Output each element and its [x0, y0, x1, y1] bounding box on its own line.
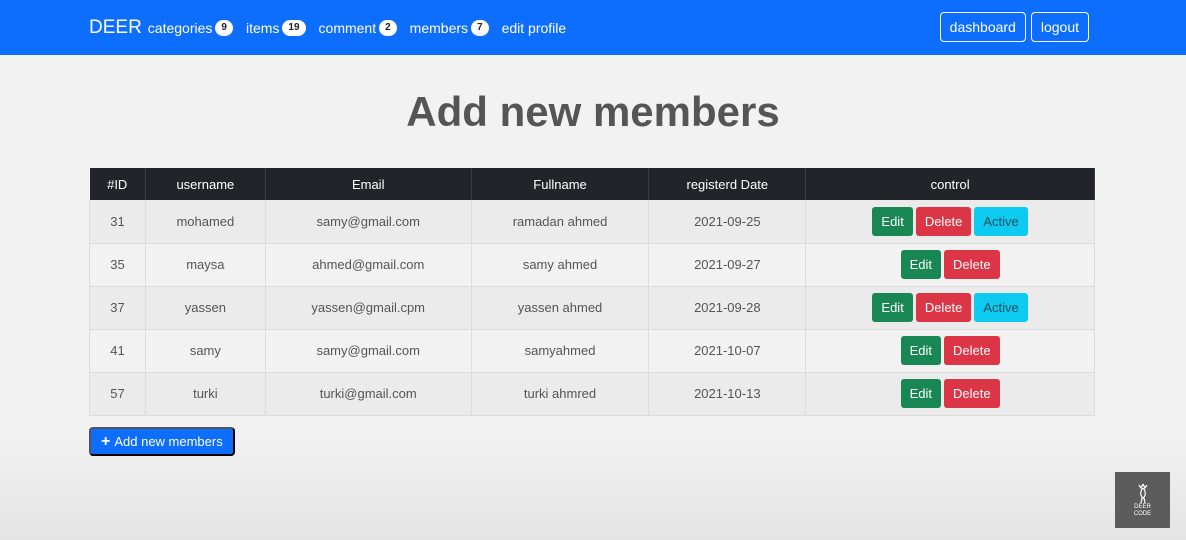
cell-control: Edit Delete: [805, 329, 1095, 373]
deer-icon: [1138, 483, 1147, 504]
cell-id: 35: [89, 243, 146, 287]
table-header-row: #ID username Email Fullname registerd Da…: [89, 168, 1095, 200]
header-id: #ID: [89, 168, 146, 200]
cell-username: samy: [145, 329, 266, 373]
members-table-container: #ID username Email Fullname registerd Da…: [89, 168, 1095, 416]
cell-registered-date: 2021-09-25: [648, 200, 807, 244]
count-badge: 9: [215, 19, 233, 36]
row-controls: Edit Delete: [806, 250, 1094, 279]
nav-item-label: members: [409, 19, 469, 36]
cell-registered-date: 2021-09-28: [648, 286, 807, 330]
add-button-label: Add new members: [114, 434, 223, 449]
delete-button[interactable]: Delete: [944, 336, 1000, 365]
delete-button[interactable]: Delete: [944, 379, 1000, 408]
table-row: 35 maysa ahmed@gmail.com samy ahmed 2021-09-…: [89, 243, 1095, 287]
cell-username: turki: [145, 372, 266, 416]
cell-id: 31: [89, 200, 146, 244]
delete-button[interactable]: Delete: [915, 293, 972, 322]
header-email: Email: [265, 168, 472, 200]
watermark-line-1: DEER: [1134, 504, 1151, 510]
cell-username: mohamed: [145, 200, 266, 244]
cell-id: 37: [89, 286, 146, 330]
plus-icon: +: [101, 432, 111, 450]
edit-button[interactable]: Edit: [900, 250, 942, 279]
page-title: Add new members: [406, 88, 780, 135]
watermark-line-2: CODE: [1133, 511, 1152, 517]
table-row: 41 samy samy@gmail.com samyahmed 2021-10-07 E…: [89, 329, 1095, 373]
cell-email: samy@gmail.com: [265, 329, 472, 373]
header-fullname: Fullname: [471, 168, 650, 200]
nav-right-actions: dashboard logout: [939, 12, 1089, 42]
nav-item-label: items: [245, 19, 280, 36]
nav-item-label: categories: [147, 19, 213, 36]
cell-fullname: samyahmed: [471, 329, 650, 373]
delete-button[interactable]: Delete: [944, 250, 1000, 279]
row-controls: Edit Delete: [806, 336, 1094, 365]
nav-item-members[interactable]: members 7: [409, 19, 489, 36]
cell-username: yassen: [145, 286, 266, 330]
row-controls: Edit Delete: [806, 379, 1094, 408]
cell-email: samy@gmail.com: [265, 200, 472, 244]
cell-registered-date: 2021-09-27: [648, 243, 807, 287]
cell-email: turki@gmail.com: [265, 372, 472, 416]
cell-email: ahmed@gmail.com: [265, 243, 472, 287]
count-badge: 19: [282, 19, 306, 36]
cell-registered-date: 2021-10-07: [648, 329, 807, 373]
cell-id: 57: [89, 372, 146, 416]
row-controls: Edit Delete Active: [806, 206, 1094, 236]
cell-fullname: ramadan ahmed: [471, 200, 650, 244]
deer-code-watermark: DEER CODE: [1115, 472, 1170, 528]
cell-fullname: turki ahmred: [471, 372, 650, 416]
brand-logo[interactable]: DEER: [89, 17, 142, 39]
add-new-members-button[interactable]: + Add new members: [89, 427, 235, 456]
nav-item-comment[interactable]: comment 2: [318, 19, 397, 36]
table-body: 31 mohamed samy@gmail.com ramadan ahmed 2021…: [89, 200, 1095, 416]
header-registered-date: registerd Date: [648, 168, 807, 200]
count-badge: 7: [471, 19, 489, 36]
cell-control: Edit Delete Active: [805, 200, 1095, 244]
table-row: 37 yassen yassen@gmail.cpm yassen ahmed 2021…: [89, 286, 1095, 330]
edit-button[interactable]: Edit: [872, 293, 913, 322]
row-controls: Edit Delete Active: [806, 293, 1094, 322]
activate-button[interactable]: Active: [974, 293, 1028, 322]
table-row: 31 mohamed samy@gmail.com ramadan ahmed 2021…: [89, 200, 1095, 244]
nav-item-label: comment: [318, 19, 377, 36]
delete-button[interactable]: Delete: [915, 206, 972, 236]
header-control: control: [805, 168, 1095, 200]
cell-id: 41: [89, 329, 146, 373]
header-username: username: [145, 168, 266, 200]
edit-button[interactable]: Edit: [900, 379, 942, 408]
nav-item-edit-profile[interactable]: edit profile: [502, 20, 567, 36]
edit-button[interactable]: Edit: [900, 336, 942, 365]
cell-fullname: yassen ahmed: [471, 286, 650, 330]
cell-control: Edit Delete: [805, 243, 1095, 287]
nav-item-items[interactable]: items 19: [245, 19, 306, 36]
members-table: #ID username Email Fullname registerd Da…: [89, 168, 1095, 416]
cell-fullname: samy ahmed: [471, 243, 650, 287]
cell-control: Edit Delete Active: [805, 286, 1095, 330]
count-badge: 2: [379, 19, 397, 36]
cell-username: maysa: [145, 243, 266, 287]
top-navbar: DEER categories 9 items 19 comment 2 mem…: [0, 0, 1186, 55]
edit-button[interactable]: Edit: [872, 206, 913, 236]
cell-control: Edit Delete: [805, 372, 1095, 416]
cell-registered-date: 2021-10-13: [648, 372, 807, 416]
dashboard-button[interactable]: dashboard: [939, 12, 1026, 42]
activate-button[interactable]: Active: [974, 206, 1028, 236]
table-row: 57 turki turki@gmail.com turki ahmred 2021-1…: [89, 372, 1095, 416]
cell-email: yassen@gmail.cpm: [265, 286, 472, 330]
nav-item-categories[interactable]: categories 9: [147, 19, 233, 36]
logout-button[interactable]: logout: [1030, 12, 1089, 42]
